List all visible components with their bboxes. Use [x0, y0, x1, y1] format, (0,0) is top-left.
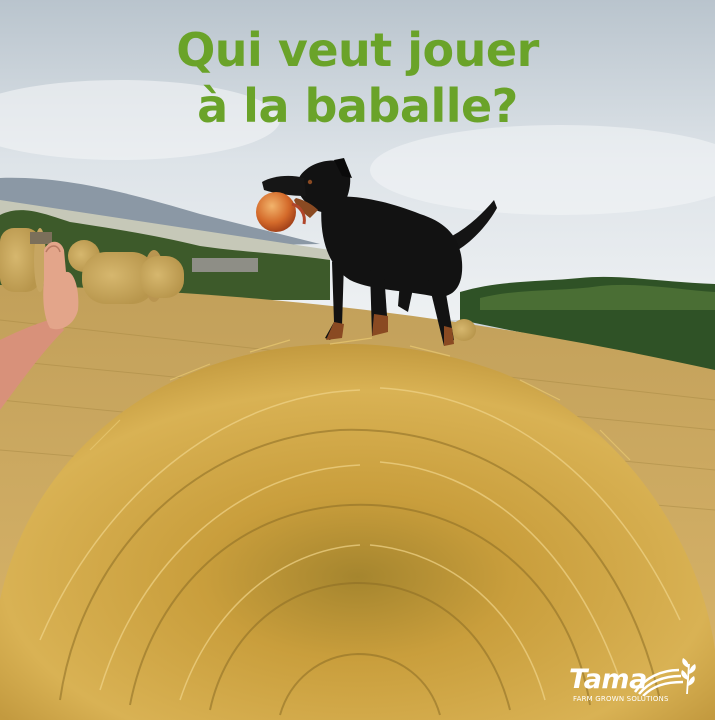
brand-logo: Tama FARM GROWN SOLUTIONS: [569, 658, 699, 708]
headline-line-2: à la baballe?: [197, 79, 518, 133]
headline: Qui veut jouer à la baballe?: [0, 22, 715, 134]
tama-logo-mark-icon: [633, 658, 696, 696]
ad-canvas: Qui veut jouer à la baballe? Tama FARM G…: [0, 0, 715, 720]
ball: [256, 192, 296, 232]
brand-tagline: FARM GROWN SOLUTIONS: [573, 695, 669, 703]
headline-line-1: Qui veut jouer: [176, 23, 539, 77]
